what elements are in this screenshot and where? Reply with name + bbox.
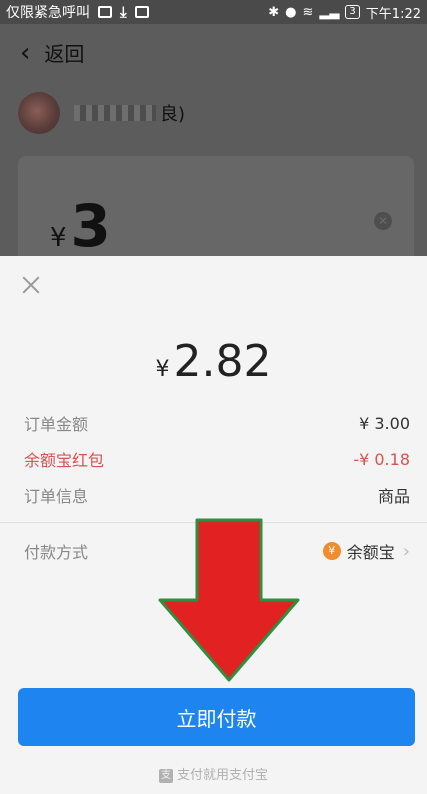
avatar xyxy=(18,92,60,134)
red-packet-value: -¥ 0.18 xyxy=(353,449,410,469)
chevron-left-icon: ‹ xyxy=(20,37,31,68)
footer-slogan: 支支付就用支付宝 xyxy=(0,764,427,783)
status-carrier-text: 仅限紧急呼叫 xyxy=(6,5,90,21)
pay-currency: ¥ xyxy=(155,357,170,382)
amount-currency: ¥ xyxy=(50,223,67,253)
order-info-label: 订单信息 xyxy=(24,487,89,506)
wifi-icon: ≋ xyxy=(302,4,314,20)
amount-number: 3 xyxy=(70,192,111,260)
back-button[interactable]: ‹ 返回 xyxy=(20,38,84,67)
background-page: ‹ 返回 良) ¥3 ✕ xyxy=(0,24,427,276)
download-icon: ⤓ xyxy=(120,3,127,21)
blurred-payee-name xyxy=(74,105,156,121)
bluetooth-icon: ✱ xyxy=(268,4,280,20)
status-bar: 仅限紧急呼叫 ⤓ ✱ ● ≋ ▂▃ 3 下午1:22 xyxy=(0,0,427,24)
dnd-icon: ● xyxy=(285,4,297,20)
calendar-notification-icon xyxy=(134,6,149,18)
chevron-right-icon: › xyxy=(402,540,410,562)
order-info-value: 商品 xyxy=(377,487,410,506)
status-time: 下午1:22 xyxy=(365,6,421,22)
pay-amount: ¥2.82 xyxy=(0,336,427,387)
payment-method-selector[interactable]: ¥ 余额宝 › xyxy=(322,539,410,563)
payment-method-value: 余额宝 xyxy=(346,543,395,562)
order-info-row: 订单信息 商品 xyxy=(24,480,410,510)
back-label: 返回 xyxy=(44,42,85,66)
signal-icon: ▂▃ xyxy=(319,4,340,20)
pay-amount-value: 2.82 xyxy=(173,336,272,387)
alipay-logo-icon: 支 xyxy=(158,768,173,783)
payee-row: 良) xyxy=(18,92,185,134)
footer-text: 支付就用支付宝 xyxy=(176,768,268,783)
order-amount-row: 订单金额 ¥ 3.00 xyxy=(24,408,410,438)
order-amount-label: 订单金额 xyxy=(24,415,89,434)
pay-now-button[interactable]: 立即付款 xyxy=(18,688,415,746)
arrow-down-shape xyxy=(158,518,300,682)
amount-input-value: ¥3 xyxy=(50,192,111,260)
red-arrow-annotation xyxy=(158,518,300,682)
close-icon[interactable] xyxy=(20,274,42,296)
gallery-notification-icon xyxy=(98,6,112,18)
payee-name-suffix: 良) xyxy=(160,104,186,125)
yuebao-icon: ¥ xyxy=(322,542,341,560)
red-packet-row: 余额宝红包 -¥ 0.18 xyxy=(24,444,410,474)
clear-icon[interactable]: ✕ xyxy=(374,212,392,230)
battery-icon: 3 xyxy=(345,5,360,19)
order-amount-value: ¥ 3.00 xyxy=(359,413,410,433)
payment-method-label: 付款方式 xyxy=(24,543,89,562)
red-packet-label: 余额宝红包 xyxy=(24,451,105,470)
